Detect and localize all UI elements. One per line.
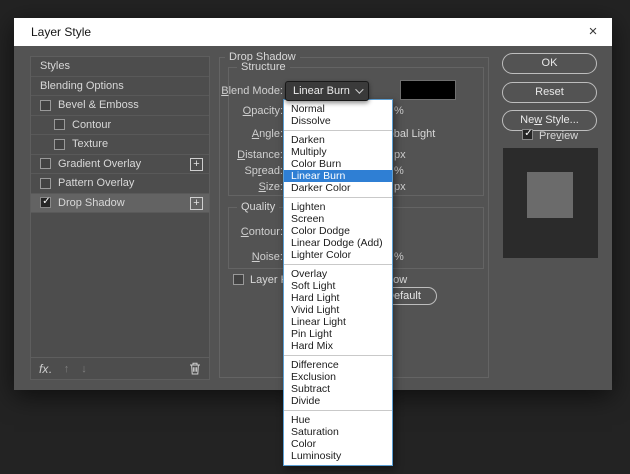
blend-option-vivid-light[interactable]: Vivid Light xyxy=(284,304,392,316)
bevel-emboss-checkbox[interactable] xyxy=(40,100,51,111)
blend-option-subtract[interactable]: Subtract xyxy=(284,383,392,395)
spread-unit: % xyxy=(394,165,404,177)
shadow-color-swatch[interactable] xyxy=(400,80,456,100)
blend-option-lighter-color[interactable]: Lighter Color xyxy=(284,249,392,261)
sidebar-item-label: Texture xyxy=(72,138,108,150)
blend-mode-select[interactable]: Linear Burn xyxy=(285,81,369,101)
blend-option-hue[interactable]: Hue xyxy=(284,414,392,426)
distance-unit: px xyxy=(394,149,406,161)
drop-shadow-checkbox[interactable] xyxy=(40,197,51,208)
blend-mode-value: Linear Burn xyxy=(293,85,350,97)
blend-option-linear-burn[interactable]: Linear Burn xyxy=(284,170,392,182)
contour-checkbox[interactable] xyxy=(54,119,65,130)
noise-label: Noise: xyxy=(164,251,283,263)
blend-option-linear-dodge-add[interactable]: Linear Dodge (Add) xyxy=(284,237,392,249)
blend-option-divide[interactable]: Divide xyxy=(284,395,392,407)
blend-option-color-dodge[interactable]: Color Dodge xyxy=(284,225,392,237)
trash-icon[interactable] xyxy=(189,362,201,375)
blend-option-linear-light[interactable]: Linear Light xyxy=(284,316,392,328)
contour-label: Contour: xyxy=(164,226,283,238)
move-up-icon[interactable]: ↑ xyxy=(64,363,70,375)
sidebar-item-drop-shadow[interactable]: Drop Shadow + xyxy=(31,194,209,214)
blend-option-exclusion[interactable]: Exclusion xyxy=(284,371,392,383)
spread-label: Spread: xyxy=(164,165,283,177)
blend-option-dissolve[interactable]: Dissolve xyxy=(284,115,392,127)
size-label: Size: xyxy=(164,181,283,193)
blend-option-darker-color[interactable]: Darker Color xyxy=(284,182,392,194)
sidebar-item-label: Bevel & Emboss xyxy=(58,99,139,111)
plus-icon[interactable]: + xyxy=(190,197,203,210)
gradient-overlay-checkbox[interactable] xyxy=(40,158,51,169)
sidebar-item-styles[interactable]: Styles xyxy=(31,57,209,77)
structure-title: Structure xyxy=(237,61,290,73)
sidebar-item-label: Styles xyxy=(40,60,70,72)
blend-option-hard-mix[interactable]: Hard Mix xyxy=(284,340,392,352)
preview-thumbnail xyxy=(503,148,598,258)
blend-option-multiply[interactable]: Multiply xyxy=(284,146,392,158)
blend-option-darken[interactable]: Darken xyxy=(284,134,392,146)
sidebar-item-label: Gradient Overlay xyxy=(58,158,141,170)
blend-option-screen[interactable]: Screen xyxy=(284,213,392,225)
blend-option-normal[interactable]: Normal xyxy=(284,103,392,115)
preview-label: Preview xyxy=(539,130,578,142)
noise-unit: % xyxy=(394,251,404,263)
sidebar-item-label: Pattern Overlay xyxy=(58,177,134,189)
quality-title: Quality xyxy=(237,201,279,213)
blend-option-lighten[interactable]: Lighten xyxy=(284,201,392,213)
pattern-overlay-checkbox[interactable] xyxy=(40,178,51,189)
knockout-checkbox[interactable] xyxy=(233,274,244,285)
fx-menu-icon[interactable]: fx xyxy=(39,362,52,376)
texture-checkbox[interactable] xyxy=(54,139,65,150)
move-down-icon[interactable]: ↓ xyxy=(81,363,87,375)
sidebar-item-label: Drop Shadow xyxy=(58,197,125,209)
sidebar-footer: fx ↑ ↓ xyxy=(31,357,209,379)
blend-option-color-burn[interactable]: Color Burn xyxy=(284,158,392,170)
sidebar-item-label: Blending Options xyxy=(40,80,124,92)
blend-option-soft-light[interactable]: Soft Light xyxy=(284,280,392,292)
blend-option-pin-light[interactable]: Pin Light xyxy=(284,328,392,340)
dialog-title: Layer Style xyxy=(31,18,91,46)
chevron-down-icon xyxy=(355,85,363,93)
blend-option-difference[interactable]: Difference xyxy=(284,359,392,371)
distance-label: Distance: xyxy=(164,149,283,161)
preview-checkbox[interactable] xyxy=(522,129,533,140)
blend-option-hard-light[interactable]: Hard Light xyxy=(284,292,392,304)
preview-thumbnail-layer xyxy=(527,172,573,218)
new-style-button[interactable]: New Style... xyxy=(502,110,597,131)
sidebar-item-label: Contour xyxy=(72,119,111,131)
blend-option-color[interactable]: Color xyxy=(284,438,392,450)
blend-option-overlay[interactable]: Overlay xyxy=(284,268,392,280)
ok-button[interactable]: OK xyxy=(502,53,597,74)
blend-mode-label: Blend Mode: xyxy=(164,85,283,97)
blend-option-luminosity[interactable]: Luminosity xyxy=(284,450,392,462)
opacity-unit: % xyxy=(394,105,404,117)
blend-option-saturation[interactable]: Saturation xyxy=(284,426,392,438)
close-icon[interactable]: × xyxy=(582,22,604,42)
dialog-titlebar[interactable]: Layer Style × xyxy=(14,18,612,46)
opacity-label: Opacity: xyxy=(164,105,283,117)
size-unit: px xyxy=(394,181,406,193)
angle-label: Angle: xyxy=(164,128,283,140)
blend-mode-dropdown-list: NormalDissolveDarkenMultiplyColor BurnLi… xyxy=(283,99,393,466)
reset-button[interactable]: Reset xyxy=(502,82,597,103)
app-background: Layer Style × Styles Blending Options Beve… xyxy=(0,0,630,474)
